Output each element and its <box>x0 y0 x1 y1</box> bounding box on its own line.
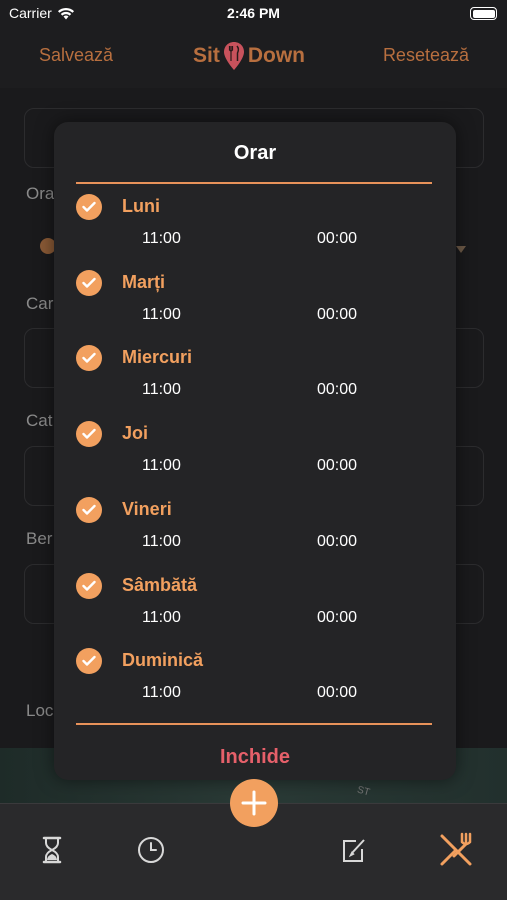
day-name: Joi <box>122 423 149 444</box>
open-time[interactable]: 11:00 <box>142 684 181 702</box>
logo-text-sit: Sit <box>193 44 220 67</box>
form-label-drinks: Ber <box>26 529 53 548</box>
form-label-hours: Ora <box>26 184 55 203</box>
checkbox[interactable] <box>76 194 102 220</box>
schedule-day-row: Sâmbătă 11:00 00:00 <box>54 572 456 649</box>
checkbox[interactable] <box>76 345 102 372</box>
schedule-day-row: Duminică 11:00 00:00 <box>54 648 456 724</box>
edit-icon[interactable] <box>338 834 370 866</box>
close-time[interactable]: 00:00 <box>317 533 357 551</box>
form-label-capacity: Car <box>26 294 54 313</box>
navigation-bar: Salvează Sit Down Resetează <box>0 28 507 88</box>
schedule-day-row: Luni 11:00 00:00 <box>54 194 456 270</box>
checkmark-icon <box>82 504 96 515</box>
schedule-modal: Orar Luni 11:00 00:00 Marți 11:00 00:00 Miercu… <box>54 122 456 780</box>
day-name: Miercuri <box>122 347 193 368</box>
battery-icon <box>470 7 497 20</box>
checkmark-icon <box>82 201 96 212</box>
dropdown-arrow-icon <box>456 246 466 253</box>
day-name: Vineri <box>122 498 172 519</box>
checkbox[interactable] <box>76 496 102 523</box>
schedule-day-row: Miercuri 11:00 00:00 <box>54 345 456 421</box>
open-time[interactable]: 11:00 <box>142 381 181 399</box>
checkbox[interactable] <box>76 648 102 675</box>
save-button[interactable]: Salvează <box>39 45 113 66</box>
app-logo: Sit Down <box>193 38 305 74</box>
checkmark-icon <box>82 277 96 288</box>
close-time[interactable]: 00:00 <box>317 684 357 702</box>
checkmark-icon <box>82 580 96 591</box>
divider <box>76 723 432 725</box>
checkmark-icon <box>82 428 96 439</box>
clock-icon[interactable] <box>135 834 167 866</box>
reset-button[interactable]: Resetează <box>383 45 469 66</box>
close-time[interactable]: 00:00 <box>317 230 357 248</box>
hourglass-icon[interactable] <box>36 834 68 866</box>
form-label-location: Loc <box>26 701 54 720</box>
day-name: Sâmbătă <box>122 574 198 595</box>
open-time[interactable]: 11:00 <box>142 230 181 248</box>
status-bar: Carrier 2:46 PM <box>0 0 507 28</box>
close-time[interactable]: 00:00 <box>317 457 357 475</box>
close-time[interactable]: 00:00 <box>317 381 357 399</box>
close-time[interactable]: 00:00 <box>317 306 357 324</box>
checkmark-icon <box>82 655 96 666</box>
add-button[interactable] <box>230 779 278 827</box>
divider <box>76 182 432 184</box>
schedule-day-row: Marți 11:00 00:00 <box>54 269 456 346</box>
status-time: 2:46 PM <box>227 5 280 21</box>
open-time[interactable]: 11:00 <box>142 306 181 324</box>
checkbox[interactable] <box>76 269 102 296</box>
plus-icon <box>241 790 267 816</box>
close-time[interactable]: 00:00 <box>317 609 357 627</box>
open-time[interactable]: 11:00 <box>142 533 181 551</box>
schedule-day-row: Joi 11:00 00:00 <box>54 421 456 497</box>
checkbox[interactable] <box>76 421 102 448</box>
cutlery-icon[interactable] <box>436 830 476 870</box>
day-name: Marți <box>122 271 166 292</box>
checkbox[interactable] <box>76 572 102 599</box>
open-time[interactable]: 11:00 <box>142 609 181 627</box>
pin-cutlery-icon <box>223 42 244 70</box>
close-button[interactable]: Inchide <box>54 746 456 769</box>
schedule-day-row: Vineri 11:00 00:00 <box>54 496 456 573</box>
open-time[interactable]: 11:00 <box>142 457 181 475</box>
day-name: Luni <box>122 196 160 216</box>
day-name: Duminică <box>122 650 204 671</box>
checkmark-icon <box>82 353 96 364</box>
modal-title: Orar <box>233 142 277 164</box>
form-label-category: Cat <box>26 411 53 430</box>
logo-text-down: Down <box>247 44 305 67</box>
